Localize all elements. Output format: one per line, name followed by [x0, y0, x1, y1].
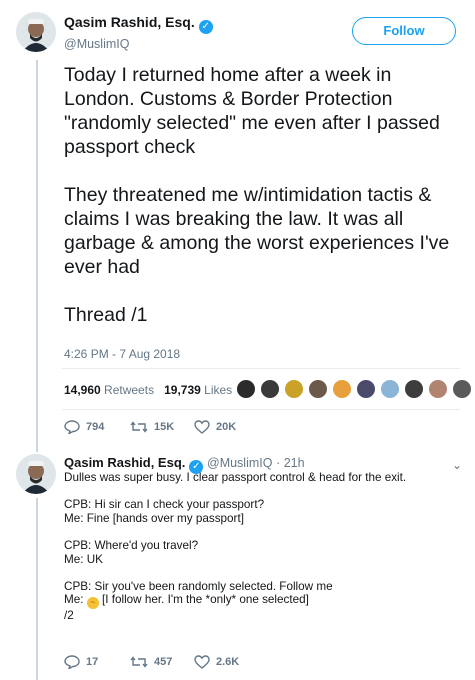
likes-count[interactable]: 19,739 [164, 383, 201, 397]
tweet-timestamp[interactable]: 4:26 PM - 7 Aug 2018 [64, 347, 180, 361]
like-button[interactable]: 20K [194, 420, 236, 434]
liker-avatars [236, 379, 475, 399]
author-name[interactable]: Qasim Rashid, Esq. [64, 14, 195, 30]
reply-line: Me: Fine [hands over my passport] [64, 511, 244, 525]
reply-icon [64, 420, 80, 434]
liker-avatar[interactable] [260, 379, 280, 399]
follow-button[interactable]: Follow [352, 17, 456, 45]
engagement-stats: 14,960 Retweets 19,739 Likes [64, 383, 232, 397]
author-block: Qasim Rashid, Esq. ✓ @MuslimIQ [64, 14, 213, 51]
me-suffix: [I follow her. I'm the *only* one select… [101, 593, 309, 607]
likes-label[interactable]: Likes [204, 383, 232, 397]
liker-avatar[interactable] [308, 379, 328, 399]
liker-avatar[interactable] [332, 379, 352, 399]
reply-author-handle[interactable]: @MuslimIQ [207, 456, 272, 470]
reply-button[interactable]: 794 [64, 420, 104, 434]
reply-count: 794 [86, 421, 105, 433]
retweets-count[interactable]: 14,960 [64, 383, 101, 397]
divider [62, 409, 460, 410]
reply-time[interactable]: · 21h [276, 456, 305, 470]
retweet-icon [130, 656, 148, 668]
reply-line: CPB: Where'd you travel? [64, 538, 199, 552]
retweets-label[interactable]: Retweets [104, 383, 154, 397]
divider [62, 368, 460, 369]
unamused-face-icon: ~ [86, 597, 99, 610]
thread-marker: /2 [64, 609, 74, 623]
liker-avatar[interactable] [236, 379, 256, 399]
thread-connector-line-2 [36, 498, 38, 680]
retweet-count: 15K [154, 421, 175, 433]
avatar[interactable] [16, 12, 56, 52]
retweet-button[interactable]: 457 [130, 655, 172, 669]
reply-line: CPB: Sir you've been randomly selected. … [64, 579, 333, 593]
reply-button[interactable]: 17 [64, 655, 98, 669]
retweet-icon [130, 421, 148, 433]
retweet-count: 457 [154, 656, 173, 668]
reply-text: Dulles was super busy. I clear passport … [64, 471, 459, 623]
liker-avatar[interactable] [380, 379, 400, 399]
verified-badge-icon: ✓ [198, 20, 213, 34]
reply-line-gap [64, 525, 459, 539]
reply-avatar[interactable] [16, 454, 56, 494]
liker-avatar[interactable] [404, 379, 424, 399]
liker-avatar[interactable] [284, 379, 304, 399]
like-count: 20K [216, 421, 237, 433]
like-button[interactable]: 2.6K [194, 655, 239, 669]
reply-line: Dulles was super busy. I clear passport … [64, 471, 407, 484]
heart-icon [194, 655, 210, 669]
author-handle[interactable]: @MuslimIQ [64, 37, 213, 51]
reply-line-gap [64, 485, 459, 499]
tweet-text: Today I returned home after a week in Lo… [64, 64, 450, 326]
liker-avatar[interactable] [356, 379, 376, 399]
reply-line: CPB: Hi sir can I check your passport? [64, 498, 265, 512]
like-count: 2.6K [216, 656, 240, 668]
liker-avatar[interactable] [428, 379, 448, 399]
thread-connector-line [36, 60, 38, 452]
liker-avatar[interactable] [452, 379, 472, 399]
reply-line: Me: UK [64, 552, 103, 566]
reply-count: 17 [86, 656, 99, 668]
reply-line-me: Me: ~ [I follow her. I'm the *only* one … [64, 593, 459, 610]
chevron-down-icon[interactable]: ⌄ [452, 458, 462, 472]
reply-icon [64, 655, 80, 669]
reply-line-gap [64, 566, 459, 580]
heart-icon [194, 420, 210, 434]
retweet-button[interactable]: 15K [130, 420, 174, 434]
reply-author-name[interactable]: Qasim Rashid, Esq. [64, 455, 185, 470]
me-prefix: Me: [64, 593, 84, 607]
